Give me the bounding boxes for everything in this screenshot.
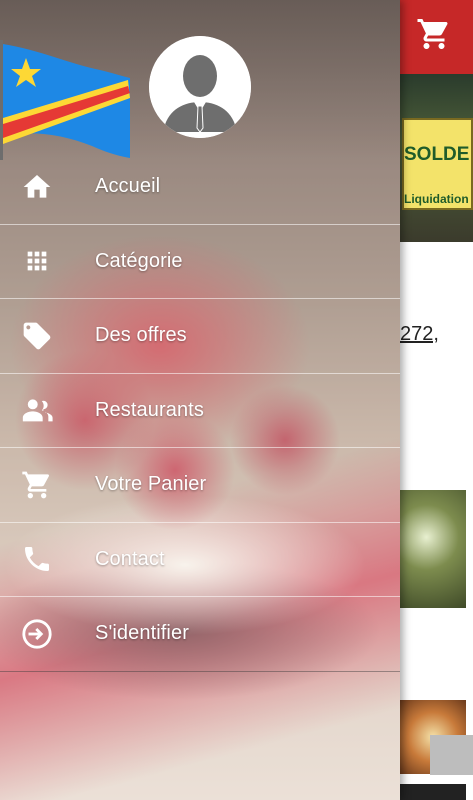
- food-image[interactable]: [400, 490, 466, 608]
- app-bar-cart-button[interactable]: [416, 16, 452, 52]
- menu-item-accueil[interactable]: Accueil: [0, 150, 400, 225]
- address-link[interactable]: 272,: [400, 323, 439, 346]
- promo-banner-image[interactable]: SOLDE 60 Liquidation: [400, 74, 473, 242]
- menu-item-restaurants[interactable]: Restaurants: [0, 374, 400, 448]
- tag-icon: [20, 319, 54, 353]
- menu-item-label: Catégorie: [95, 249, 183, 272]
- person-placeholder-icon: [149, 36, 251, 138]
- cart-icon: [417, 19, 448, 49]
- menu-item-label: Contact: [95, 547, 165, 570]
- menu-item-label: S'identifier: [95, 622, 189, 645]
- image-placeholder: [430, 735, 473, 775]
- group-icon: [20, 393, 54, 427]
- grid-icon: [20, 244, 54, 278]
- navigation-drawer[interactable]: Accueil Catégorie Des offres Restaurants…: [0, 0, 400, 800]
- menu-item-label: Accueil: [95, 175, 161, 198]
- menu-item-votre-panier[interactable]: Votre Panier: [0, 448, 400, 523]
- image-placeholder: [400, 784, 466, 800]
- menu-item-des-offres[interactable]: Des offres: [0, 299, 400, 374]
- banner-subtext: Liquidation: [404, 192, 469, 206]
- drc-flag-icon: [0, 40, 132, 160]
- menu-item-label: Votre Panier: [95, 473, 207, 496]
- menu-item-label: Des offres: [95, 324, 187, 347]
- menu-item-contact[interactable]: Contact: [0, 523, 400, 597]
- menu-item-label: Restaurants: [95, 398, 204, 421]
- phone-icon: [20, 542, 54, 576]
- cart-icon: [20, 468, 54, 502]
- user-avatar[interactable]: [149, 36, 251, 138]
- login-icon: [20, 617, 54, 651]
- banner-text: SOLDE 60: [404, 144, 473, 165]
- menu-item-s-identifier[interactable]: S'identifier: [0, 597, 400, 672]
- drawer-menu: Accueil Catégorie Des offres Restaurants…: [0, 150, 400, 672]
- menu-item-categorie[interactable]: Catégorie: [0, 225, 400, 299]
- home-icon: [20, 170, 54, 204]
